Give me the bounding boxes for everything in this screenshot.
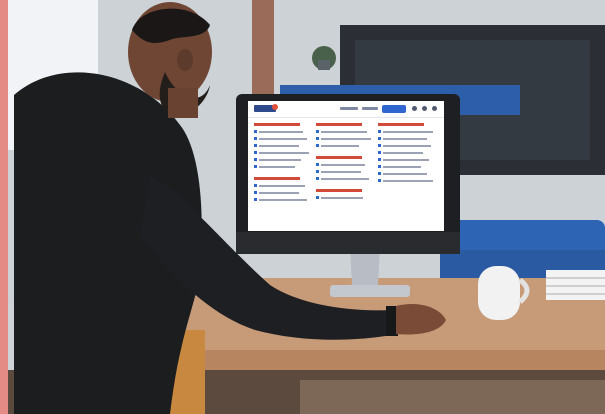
- screen-column-2: [316, 123, 374, 203]
- monitor-screen: [248, 101, 444, 231]
- nav-icon: [412, 106, 417, 111]
- floor-light: [300, 380, 605, 414]
- list-item: [378, 130, 436, 133]
- column-heading: [316, 156, 363, 159]
- desk-edge: [160, 350, 605, 370]
- list-item: [254, 151, 312, 154]
- monitor-base: [330, 285, 410, 297]
- list-item: [254, 144, 312, 147]
- site-logo-accent: [272, 104, 278, 110]
- list-item: [378, 151, 436, 154]
- list-item: [254, 198, 312, 201]
- list-item: [316, 144, 374, 147]
- screen-column-3: [378, 123, 436, 186]
- list-item: [316, 163, 374, 166]
- cup: [478, 266, 520, 320]
- list-item: [316, 130, 374, 133]
- nav-icon: [422, 106, 427, 111]
- list-item: [254, 158, 312, 161]
- nav-link: [340, 107, 358, 110]
- column-heading: [254, 123, 301, 126]
- left-edge-strip: [0, 0, 8, 414]
- list-item: [254, 130, 312, 133]
- man-ear: [177, 49, 193, 71]
- list-item: [378, 158, 436, 161]
- column-heading: [254, 177, 301, 180]
- column-heading: [316, 123, 363, 126]
- list-item: [316, 177, 374, 180]
- screen-topbar: [248, 101, 444, 118]
- man-neck: [168, 88, 198, 118]
- list-item: [378, 172, 436, 175]
- plant-pot: [318, 60, 330, 70]
- nav-icon: [432, 106, 437, 111]
- list-item: [378, 144, 436, 147]
- column-heading: [316, 189, 363, 192]
- column-heading: [378, 123, 425, 126]
- list-item: [316, 196, 374, 199]
- list-item: [316, 137, 374, 140]
- monitor-chin: [236, 232, 460, 254]
- list-item: [378, 165, 436, 168]
- list-item: [254, 184, 312, 187]
- list-item: [254, 191, 312, 194]
- nav-link: [362, 107, 378, 110]
- list-item: [254, 165, 312, 168]
- list-item: [378, 179, 436, 182]
- list-item: [378, 137, 436, 140]
- list-item: [316, 170, 374, 173]
- list-item: [254, 137, 312, 140]
- photo-scene: [0, 0, 605, 414]
- screen-column-1: [254, 123, 312, 205]
- nav-button: [382, 105, 406, 113]
